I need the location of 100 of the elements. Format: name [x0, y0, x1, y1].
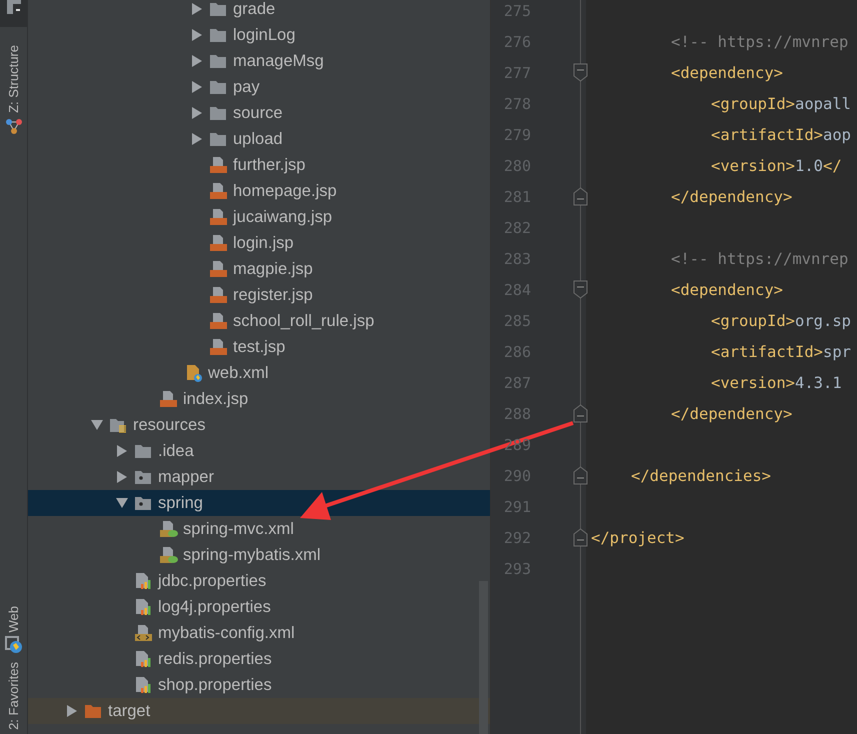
expand-arrow-icon[interactable] [116, 471, 128, 483]
code-comment: <!-- https://mvnrep [671, 250, 848, 268]
package-folder-icon [134, 494, 153, 512]
expand-arrow-icon[interactable] [190, 29, 202, 41]
expand-arrow-icon[interactable] [190, 55, 202, 67]
tree-item[interactable]: mapper [28, 464, 490, 490]
expand-arrow-icon[interactable] [190, 107, 202, 119]
expand-arrow-icon[interactable] [190, 81, 202, 93]
tag-value: org.sp [795, 312, 851, 330]
tree-item[interactable]: further.jsp [28, 152, 490, 178]
tree-item[interactable]: login.jsp [28, 230, 490, 256]
tag-value: aopall [795, 94, 851, 112]
tree-item[interactable]: grade [28, 0, 490, 22]
xml-tag: <artifactId> [711, 342, 823, 360]
properties-file-icon [134, 572, 153, 590]
tree-item[interactable]: loginLog [28, 22, 490, 48]
fold-marker-icon[interactable] [573, 63, 588, 82]
folder-icon [134, 442, 153, 460]
jsp-file-icon [209, 312, 228, 330]
tree-item[interactable]: redis.properties [28, 646, 490, 672]
xml-tag: </dependency> [671, 188, 792, 206]
tree-item[interactable]: log4j.properties [28, 594, 490, 620]
xml-tag: <groupId> [711, 94, 795, 112]
jsp-file-icon [209, 286, 228, 304]
tag-value: aop [822, 126, 851, 144]
properties-file-icon [134, 598, 153, 616]
package-folder-icon [134, 468, 153, 486]
folder-icon [209, 52, 228, 70]
jsp-file-icon [209, 338, 228, 356]
xml-tag: <version> [711, 156, 795, 174]
jsp-file-icon [209, 234, 228, 252]
tag-value: spr [822, 342, 851, 360]
tree-item[interactable]: web.xml [28, 360, 490, 386]
folder-icon [84, 702, 103, 720]
structure-icon [4, 116, 22, 135]
xml-tag: </dependency> [671, 404, 792, 422]
tree-item[interactable]: pay [28, 74, 490, 100]
tag-value: 1.0 [795, 156, 823, 174]
jsp-file-icon [209, 182, 228, 200]
globe-icon [4, 636, 22, 654]
fold-marker-icon[interactable] [573, 187, 588, 206]
tree-item[interactable]: spring [28, 490, 490, 516]
jsp-file-icon [209, 260, 228, 278]
xml-tag: <groupId> [711, 312, 795, 330]
folder-icon [209, 104, 228, 122]
xml-file-icon [134, 624, 153, 642]
tree-item[interactable]: jdbc.properties [28, 568, 490, 594]
tree-item[interactable]: school_roll_rule.jsp [28, 308, 490, 334]
expand-arrow-icon[interactable] [190, 3, 202, 15]
fold-marker-icon[interactable] [573, 404, 588, 423]
tag-value: 4.3.1 [795, 374, 842, 392]
expand-arrow-icon[interactable] [66, 705, 78, 717]
xml-tag: <dependency> [671, 64, 783, 82]
collapse-arrow-icon[interactable] [90, 419, 102, 431]
jsp-file-icon [209, 156, 228, 174]
collapse-arrow-icon[interactable] [116, 497, 128, 509]
tree-item[interactable]: index.jsp [28, 386, 490, 412]
tree-item[interactable]: manageMsg [28, 48, 490, 74]
tree-item[interactable]: shop.properties [28, 672, 490, 698]
xml-tag: </ [823, 156, 842, 174]
spring-xml-file-icon [159, 546, 178, 564]
xml-tag: <artifactId> [711, 126, 823, 144]
tree-item[interactable]: jucaiwang.jsp [28, 204, 490, 230]
jsp-file-icon [209, 208, 228, 226]
expand-arrow-icon[interactable] [190, 133, 202, 145]
spring-xml-file-icon [159, 520, 178, 538]
folder-icon [209, 78, 228, 96]
tree-item[interactable]: homepage.jsp [28, 178, 490, 204]
properties-file-icon [134, 676, 153, 694]
fold-marker-icon[interactable] [573, 466, 588, 485]
tool-window-icon[interactable] [4, 0, 22, 14]
jsp-file-icon [159, 390, 178, 408]
resources-folder-icon [109, 416, 128, 434]
tree-item[interactable]: resources [28, 412, 490, 438]
tree-item[interactable]: test.jsp [28, 334, 490, 360]
expand-arrow-icon[interactable] [116, 445, 128, 457]
fold-marker-icon[interactable] [573, 528, 588, 547]
tree-item[interactable]: register.jsp [28, 282, 490, 308]
tree-item[interactable]: mybatis-config.xml [28, 620, 490, 646]
web-xml-file-icon [184, 364, 203, 382]
tree-item[interactable]: source [28, 100, 490, 126]
tree-item[interactable]: magpie.jsp [28, 256, 490, 282]
folder-icon [209, 130, 228, 148]
tree-item[interactable]: target [28, 698, 490, 724]
xml-tag: </dependencies> [631, 466, 771, 484]
tree-item[interactable]: .idea [28, 438, 490, 464]
tree-item[interactable]: upload [28, 126, 490, 152]
xml-tag: <dependency> [671, 280, 783, 298]
xml-tag: </project> [591, 528, 684, 546]
tool-window-tab[interactable]: 2: Favorites [6, 658, 21, 734]
code-comment: <!-- https://mvnrep [671, 32, 848, 50]
tree-item[interactable]: spring-mybatis.xml [28, 542, 490, 568]
folder-icon [209, 26, 228, 44]
tool-window-tab[interactable]: Z: Structure [4, 41, 22, 139]
folder-icon [209, 0, 228, 18]
xml-tag: <version> [711, 374, 795, 392]
tree-item[interactable]: spring-mvc.xml [28, 516, 490, 542]
fold-marker-icon[interactable] [573, 280, 588, 299]
properties-file-icon [134, 650, 153, 668]
tool-window-tab[interactable]: Web [4, 602, 22, 658]
